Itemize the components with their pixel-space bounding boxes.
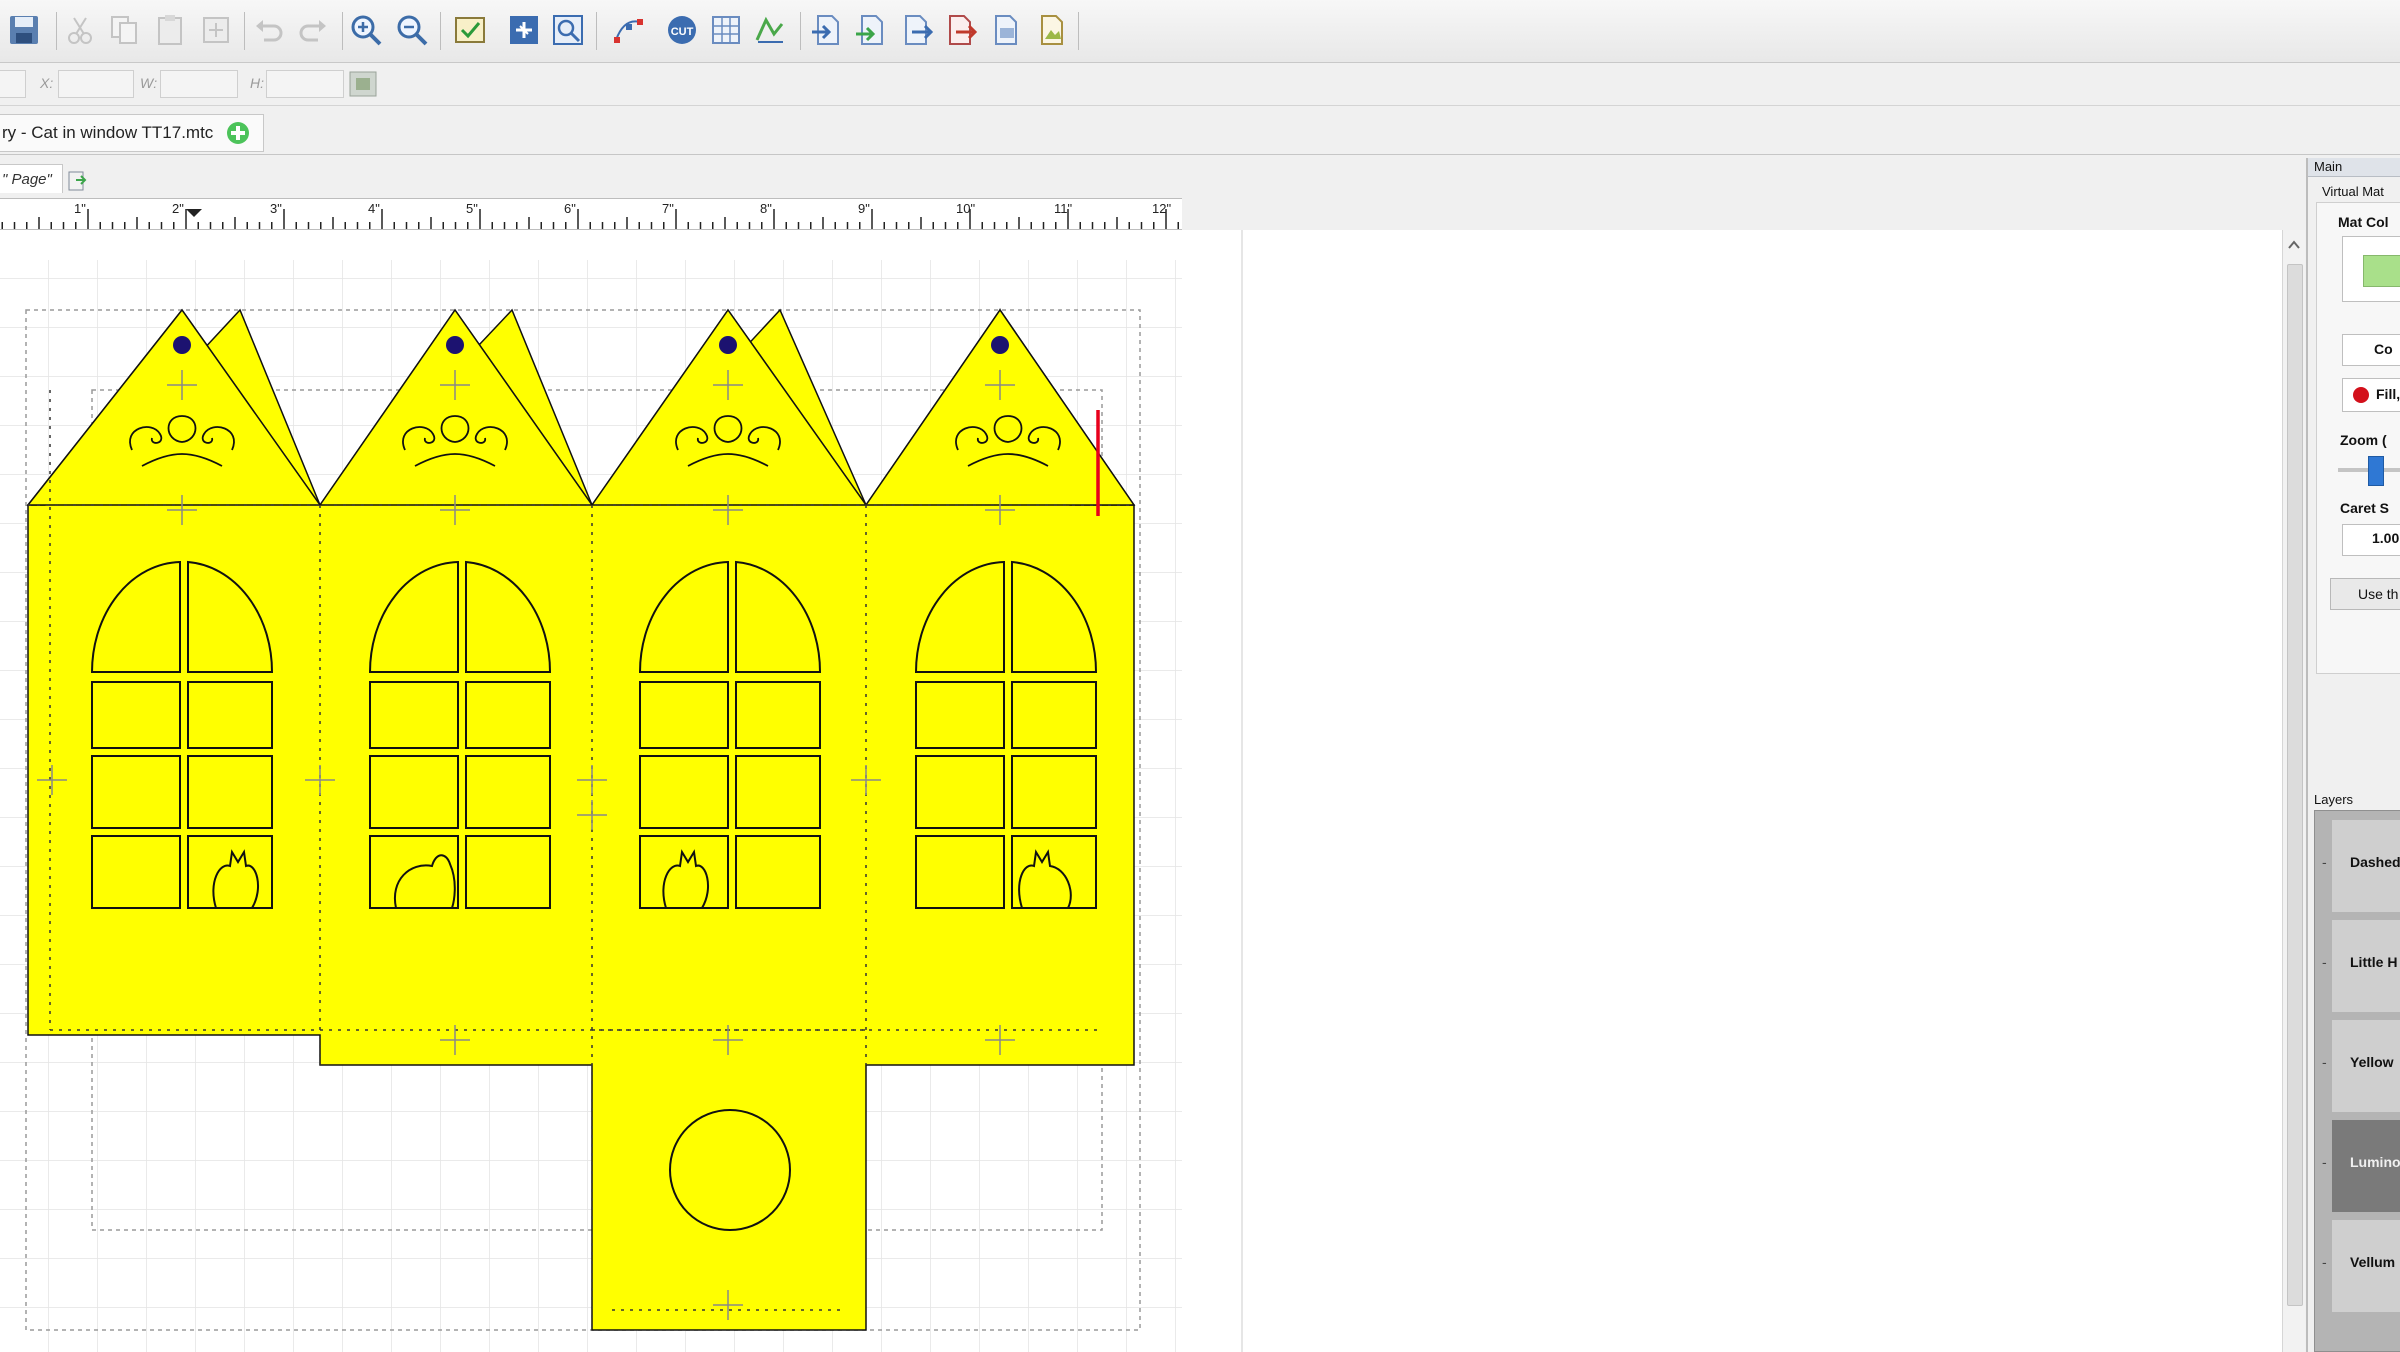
scroll-thumb[interactable] (2287, 264, 2303, 1306)
cont-button-label: Co (2374, 341, 2393, 357)
coord-field-left[interactable] (0, 70, 26, 98)
position-toolbar: X: W: H: (0, 63, 2400, 106)
horizontal-ruler: 1" 2" 3" 4" 5" 6" 7" 8" 9" 10" 11" 12" (0, 198, 1182, 230)
zoom-label: Zoom ( (2340, 432, 2387, 448)
layer-name: Lumino (2350, 1154, 2400, 1170)
document-tab-bar: ry - Cat in window TT17.mtc (0, 106, 2400, 155)
canvas-svg (0, 230, 1243, 1352)
layer-name: Vellum (2350, 1254, 2396, 1270)
ruler-label: 6" (564, 201, 576, 216)
mat-color-swatch[interactable] (2342, 236, 2400, 302)
ruler-label: 9" (858, 201, 870, 216)
ruler-label: 5" (466, 201, 478, 216)
document-tab-label: ry - Cat in window TT17.mtc (2, 123, 214, 142)
check-icon[interactable] (452, 12, 488, 48)
export-print-icon[interactable] (988, 12, 1024, 48)
zoom-select-icon[interactable] (550, 12, 586, 48)
undo-icon[interactable] (250, 12, 286, 48)
paste-icon[interactable] (152, 12, 188, 48)
ruler-label: 7" (662, 201, 674, 216)
page-tab[interactable]: " Page" (0, 164, 63, 193)
fill-color-icon (2353, 387, 2369, 403)
ruler-label: 4" (368, 201, 380, 216)
main-toolbar: CUT (0, 0, 2400, 63)
duplicate-icon[interactable] (198, 12, 234, 48)
vertical-scrollbar[interactable] (2282, 230, 2305, 1352)
virtual-mat-tab[interactable]: Virtual Mat (2322, 184, 2384, 199)
ruler-label: 2" (172, 201, 184, 216)
ruler-label: 1" (74, 201, 86, 216)
h-input[interactable] (266, 70, 344, 98)
grid-icon[interactable] (708, 12, 744, 48)
ruler-label: 3" (270, 201, 282, 216)
page-tab-label: " Page" (2, 170, 52, 188)
ruler-label: 8" (760, 201, 772, 216)
ruler-label: 11" (1054, 201, 1072, 216)
layer-name: Yellow (2350, 1054, 2394, 1070)
copy-icon[interactable] (106, 12, 142, 48)
export-icon[interactable] (898, 12, 934, 48)
use-button-label: Use th (2358, 586, 2399, 602)
fill-label: Fill, (2376, 386, 2400, 402)
caret-size-value: 1.00 (2372, 530, 2400, 546)
properties-panel: Main Virtual Mat Mat Col Co Fill, Zoom (… (2306, 158, 2400, 1352)
x-label: X: (40, 75, 54, 91)
page-options-icon[interactable] (66, 170, 88, 192)
node-edit-icon[interactable] (610, 12, 646, 48)
zoom-slider-thumb[interactable] (2368, 456, 2384, 486)
trace-icon[interactable] (752, 12, 788, 48)
w-label: W: (140, 75, 158, 91)
layer-name: Little H (2350, 954, 2398, 970)
ruler-pointer[interactable] (186, 209, 202, 217)
layers-header: Layers (2314, 792, 2354, 807)
export-image-icon[interactable] (1034, 12, 1070, 48)
layer-expand-icon[interactable]: - (2322, 1254, 2327, 1270)
cut-icon[interactable] (62, 12, 98, 48)
zoom-in-icon[interactable] (348, 12, 384, 48)
add-tab-icon[interactable] (225, 120, 251, 146)
layer-expand-icon[interactable]: - (2322, 854, 2327, 870)
document-tab[interactable]: ry - Cat in window TT17.mtc (0, 114, 265, 152)
import-icon[interactable] (808, 12, 844, 48)
scroll-up-icon[interactable] (2283, 230, 2305, 260)
panel-header: Main (2314, 159, 2343, 174)
layer-name: Dashed (2350, 854, 2400, 870)
cut-send-icon[interactable]: CUT (664, 12, 700, 48)
export-pdf-icon[interactable] (942, 12, 978, 48)
layer-expand-icon[interactable]: - (2322, 954, 2327, 970)
redo-icon[interactable] (296, 12, 332, 48)
ruler-label: 12" (1152, 201, 1171, 216)
layer-expand-icon[interactable]: - (2322, 1154, 2327, 1170)
design-canvas[interactable] (0, 230, 2282, 1352)
layer-expand-icon[interactable]: - (2322, 1054, 2327, 1070)
page-tab-bar: " Page" (0, 158, 2300, 196)
x-input[interactable] (58, 70, 134, 98)
svg-text:CUT: CUT (671, 26, 694, 38)
h-label: H: (250, 75, 264, 91)
zoom-out-icon[interactable] (394, 12, 430, 48)
w-input[interactable] (160, 70, 238, 98)
mat-color-label: Mat Col (2338, 214, 2389, 230)
import-svg-icon[interactable] (852, 12, 888, 48)
lock-ratio-icon[interactable] (348, 70, 378, 98)
save-icon[interactable] (6, 12, 42, 48)
caret-size-label: Caret S (2340, 500, 2390, 516)
ruler-label: 10" (956, 201, 975, 216)
select-all-icon[interactable] (506, 12, 542, 48)
